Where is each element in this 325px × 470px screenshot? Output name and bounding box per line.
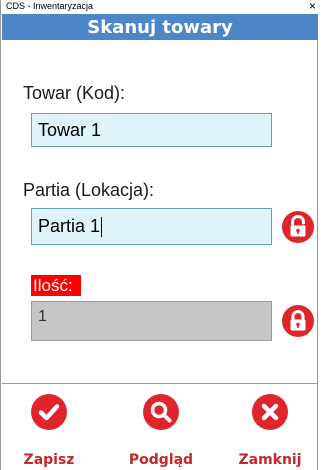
screen-title: Skanuj towary [87,16,233,38]
magnifier-icon [143,394,179,430]
close-x-icon [252,394,288,430]
text-caret [101,217,103,238]
ilosc-lock-closed-icon[interactable] [282,305,314,337]
partia-input-value: Partia 1 [38,216,101,236]
partia-lock-open-icon[interactable] [282,211,314,243]
towar-label: Towar (Kod): [23,83,126,103]
window-close-button[interactable]: × [309,0,316,13]
ilosc-input[interactable]: 1 [31,301,272,341]
partia-label: Partia (Lokacja): [23,180,155,200]
lock-closed-icon [290,310,306,331]
towar-input-value: Towar 1 [38,120,102,140]
towar-input[interactable]: Towar 1 [31,113,272,147]
partia-input[interactable]: Partia 1 [31,208,272,245]
app-window: CDS - Inwentaryzacja × Skanuj towary Tow… [0,0,318,470]
zamknij-label: Zamknij [238,452,302,468]
ilosc-label: Ilość: [31,275,81,296]
zapisz-button[interactable]: Zapisz [4,392,94,470]
screen-header: Skanuj towary [2,14,318,40]
podglad-button[interactable]: Podgląd [116,392,206,470]
zapisz-label: Zapisz [23,452,75,468]
bottom-divider [2,383,318,384]
window-title: CDS - Inwentaryzacja [6,1,94,11]
window-titlebar: CDS - Inwentaryzacja × [2,0,318,14]
checkmark-icon [31,394,67,430]
podglad-label: Podgląd [128,452,194,468]
lock-open-icon [290,215,306,237]
zamknij-button[interactable]: Zamknij [225,392,315,470]
ilosc-input-value: 1 [38,308,47,325]
